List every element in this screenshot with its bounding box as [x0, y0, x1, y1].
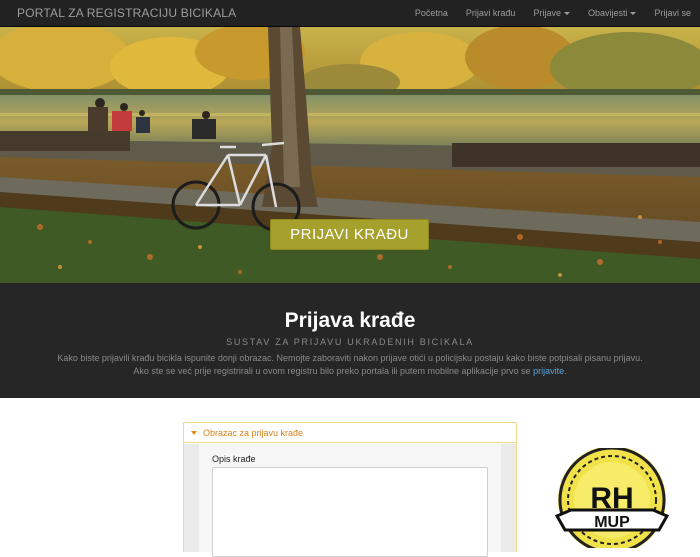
badge-mup-text: MUP [594, 514, 630, 531]
instructions-text: Kako biste prijavili krađu bicikla ispun… [57, 353, 643, 363]
login-hint-text: Ako ste se već prije registrirali u ovom… [0, 366, 700, 376]
nav-item-prijavi-kradu[interactable]: Prijavi krađu [457, 0, 525, 27]
nav-item-label: Prijavi krađu [465, 8, 516, 18]
mup-badge-icon: RH MUP [554, 446, 670, 554]
page-title: Prijava krađe [284, 309, 416, 332]
login-hint-prefix: Ako ste se već prije registrirali u ovom… [133, 366, 534, 376]
nav-menu: Početna Prijavi krađu Prijave Obavijesti… [406, 0, 700, 27]
form-container: Opis krađe [199, 444, 501, 557]
caret-down-icon [563, 12, 570, 16]
login-link[interactable]: prijavite [533, 366, 564, 376]
description-textarea[interactable] [212, 467, 488, 557]
caret-down-icon [191, 431, 197, 435]
nav-item-pocetna[interactable]: Početna [406, 0, 457, 27]
nav-item-obavijesti[interactable]: Obavijesti [579, 0, 646, 27]
page-subtitle: SUSTAV ZA PRIJAVU UKRADENIH BICIKALA [226, 337, 474, 347]
theft-report-panel: Obrazac za prijavu krađe Opis krađe [183, 422, 517, 557]
info-section: Prijava krađe SUSTAV ZA PRIJAVU UKRADENI… [0, 283, 700, 398]
caret-down-icon [630, 12, 637, 16]
login-hint-suffix: . [564, 366, 567, 376]
panel-title: Obrazac za prijavu krađe [203, 428, 304, 438]
mup-logo: RH MUP [553, 446, 671, 554]
nav-item-prijave[interactable]: Prijave [524, 0, 579, 27]
nav-item-label: Prijave [533, 8, 561, 18]
nav-item-label: Prijavi se [654, 8, 691, 18]
panel-body: Opis krađe [184, 444, 516, 557]
nav-item-prijavi-se[interactable]: Prijavi se [645, 0, 700, 27]
hero-banner: PRIJAVI KRAĐU [0, 27, 700, 283]
report-theft-hero-button[interactable]: PRIJAVI KRAĐU [270, 219, 429, 250]
site-brand[interactable]: PORTAL ZA REGISTRACIJU BICIKALA [17, 6, 236, 20]
nav-item-label: Početna [414, 8, 448, 18]
nav-item-label: Obavijesti [587, 8, 628, 18]
panel-header[interactable]: Obrazac za prijavu krađe [184, 423, 516, 443]
top-navbar: PORTAL ZA REGISTRACIJU BICIKALA Početna … [0, 0, 700, 27]
description-label: Opis krađe [212, 454, 256, 464]
